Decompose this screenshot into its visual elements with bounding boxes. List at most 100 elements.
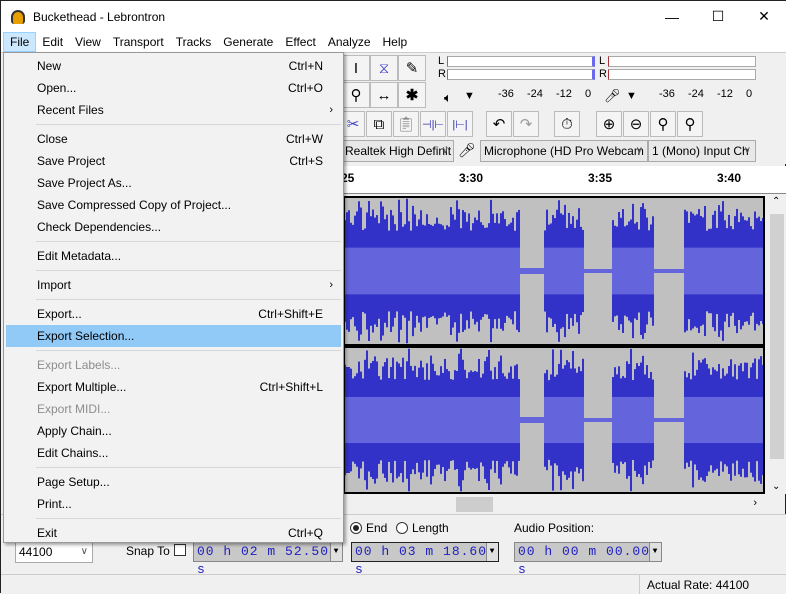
audacity-app-icon xyxy=(11,10,25,24)
vertical-scroll-thumb[interactable] xyxy=(770,214,784,459)
silence-selection-icon[interactable]: |⊢| xyxy=(447,111,473,137)
menu-item-label: New xyxy=(37,59,61,73)
scroll-down-icon[interactable]: ⌄ xyxy=(772,481,780,492)
menu-item-shortcut: Ctrl+Shift+L xyxy=(260,376,323,398)
time-format-dropdown-icon[interactable]: ▼ xyxy=(486,543,498,561)
speaker-icon[interactable]: 🔈︎ xyxy=(444,90,452,106)
menu-item-label: Export MIDI... xyxy=(37,402,110,416)
menu-transport[interactable]: Transport xyxy=(107,32,170,52)
record-scale-24: -24 xyxy=(688,88,704,100)
time-shift-tool-icon[interactable]: ↔ xyxy=(370,82,398,108)
menu-separator xyxy=(36,467,341,468)
file-menu-item[interactable]: Apply Chain... xyxy=(4,420,343,442)
menu-separator xyxy=(36,270,341,271)
record-meter-left[interactable] xyxy=(608,56,756,67)
record-scale-36: -36 xyxy=(659,88,675,100)
project-rate-value: 44100 xyxy=(19,545,52,559)
menu-file[interactable]: File xyxy=(3,32,36,52)
playback-meter-left-label: L xyxy=(438,55,444,67)
draw-tool-icon[interactable]: ✎ xyxy=(398,55,426,81)
minimize-button[interactable]: — xyxy=(649,1,695,32)
file-menu-item[interactable]: Check Dependencies... xyxy=(4,216,343,238)
audio-track-left-channel[interactable] xyxy=(343,196,765,346)
output-device-value: Realtek High Definit xyxy=(345,144,451,158)
playback-meter-menu-icon[interactable]: ▼ xyxy=(464,90,475,102)
timeline-ruler[interactable]: 25 3:30 3:35 3:40 xyxy=(341,166,786,194)
horizontal-scroll-thumb[interactable] xyxy=(456,497,493,512)
menu-generate[interactable]: Generate xyxy=(217,32,279,52)
envelope-tool-icon[interactable]: ⧖ xyxy=(370,55,398,81)
record-meter-menu-icon[interactable]: ▼ xyxy=(626,90,637,102)
audio-position-time[interactable]: 00 h 00 m 00.000 s▼ xyxy=(514,542,662,562)
menu-item-label: Close xyxy=(37,132,68,146)
menu-item-label: Open... xyxy=(37,81,76,95)
fit-project-icon[interactable]: ⚲ xyxy=(677,111,703,137)
undo-icon[interactable]: ↶ xyxy=(486,111,512,137)
file-menu-item: Export Labels... xyxy=(4,354,343,376)
silence-audio-icon[interactable]: ✂ xyxy=(341,111,365,137)
file-menu-item[interactable]: Export Selection... xyxy=(6,325,341,347)
close-button[interactable]: ✕ xyxy=(741,1,786,32)
output-device-select[interactable]: Realtek High Definit∨ xyxy=(341,140,454,162)
file-menu-item[interactable]: Save Project As... xyxy=(4,172,343,194)
scroll-right-icon[interactable]: › xyxy=(753,497,757,509)
trim-audio-icon[interactable]: ⊣|⊢ xyxy=(420,111,446,137)
chevron-down-icon: ∨ xyxy=(744,141,751,161)
audio-position-label: Audio Position: xyxy=(514,521,594,535)
file-menu-item[interactable]: Edit Chains... xyxy=(4,442,343,464)
file-menu-item[interactable]: Recent Files › xyxy=(4,99,343,121)
submenu-arrow-icon: › xyxy=(329,274,333,296)
file-menu-item[interactable]: Import› xyxy=(4,274,343,296)
multi-tool-icon[interactable]: ✱ xyxy=(398,82,426,108)
file-menu-item[interactable]: Edit Metadata... xyxy=(4,245,343,267)
menu-edit[interactable]: Edit xyxy=(36,32,69,52)
menu-tracks[interactable]: Tracks xyxy=(170,32,218,52)
horizontal-scrollbar[interactable]: › xyxy=(341,496,769,513)
maximize-button[interactable]: ☐ xyxy=(695,1,741,32)
menu-item-label: Recent Files xyxy=(37,103,104,117)
zoom-in-icon[interactable]: ⊕ xyxy=(596,111,622,137)
record-scale-12: -12 xyxy=(717,88,733,100)
microphone-icon[interactable]: 🎤︎ xyxy=(604,88,621,104)
input-channels-select[interactable]: 1 (Mono) Input Ch∨ xyxy=(648,140,756,162)
file-menu-item[interactable]: Export...Ctrl+Shift+E xyxy=(4,303,343,325)
time-format-dropdown-icon[interactable]: ▼ xyxy=(330,543,342,561)
scroll-up-icon[interactable]: ⌃ xyxy=(772,196,780,207)
paste-icon[interactable]: 📋︎ xyxy=(393,111,419,137)
fit-selection-icon[interactable]: ⚲ xyxy=(650,111,676,137)
file-menu-item[interactable]: Save Compressed Copy of Project... xyxy=(4,194,343,216)
file-menu-item[interactable]: CloseCtrl+W xyxy=(4,128,343,150)
end-radio[interactable] xyxy=(350,522,362,534)
file-menu-item[interactable]: ExitCtrl+Q xyxy=(4,522,343,544)
length-radio[interactable] xyxy=(396,522,408,534)
end-label: End xyxy=(366,521,387,535)
time-format-dropdown-icon[interactable]: ▼ xyxy=(649,543,661,561)
selection-end-time[interactable]: 00 h 03 m 18.608 s▼ xyxy=(351,542,499,562)
menu-effect[interactable]: Effect xyxy=(279,32,321,52)
file-menu-item[interactable]: Page Setup... xyxy=(4,471,343,493)
file-menu-item[interactable]: Print... xyxy=(4,493,343,515)
playback-meter-right[interactable] xyxy=(447,69,595,80)
snap-to-checkbox[interactable] xyxy=(174,544,186,556)
file-menu-item[interactable]: NewCtrl+N xyxy=(4,55,343,77)
menu-view[interactable]: View xyxy=(69,32,107,52)
file-menu-item[interactable]: Export Multiple...Ctrl+Shift+L xyxy=(4,376,343,398)
redo-icon[interactable]: ↷ xyxy=(513,111,539,137)
project-rate-select[interactable]: 44100∨ xyxy=(15,541,93,563)
menu-help[interactable]: Help xyxy=(377,32,414,52)
sync-lock-icon[interactable]: ⏱ xyxy=(554,111,580,137)
playback-meter-left[interactable] xyxy=(447,56,595,67)
input-device-select[interactable]: Microphone (HD Pro Webcam C∨ xyxy=(480,140,648,162)
record-meter-right[interactable] xyxy=(608,69,756,80)
submenu-arrow-icon: › xyxy=(329,99,333,121)
selection-start-time[interactable]: 00 h 02 m 52.508 s▼ xyxy=(193,542,343,562)
copy-icon[interactable]: ⧉ xyxy=(366,111,392,137)
zoom-tool-icon[interactable]: ⚲ xyxy=(342,82,370,108)
file-menu-item[interactable]: Open...Ctrl+O xyxy=(4,77,343,99)
file-menu-item[interactable]: Save ProjectCtrl+S xyxy=(4,150,343,172)
zoom-out-icon[interactable]: ⊖ xyxy=(623,111,649,137)
selection-tool-icon[interactable]: I xyxy=(342,55,370,81)
menu-analyze[interactable]: Analyze xyxy=(322,32,377,52)
vertical-scrollbar[interactable]: ⌃ ⌄ xyxy=(768,194,786,494)
audio-track-right-channel[interactable] xyxy=(343,346,765,494)
